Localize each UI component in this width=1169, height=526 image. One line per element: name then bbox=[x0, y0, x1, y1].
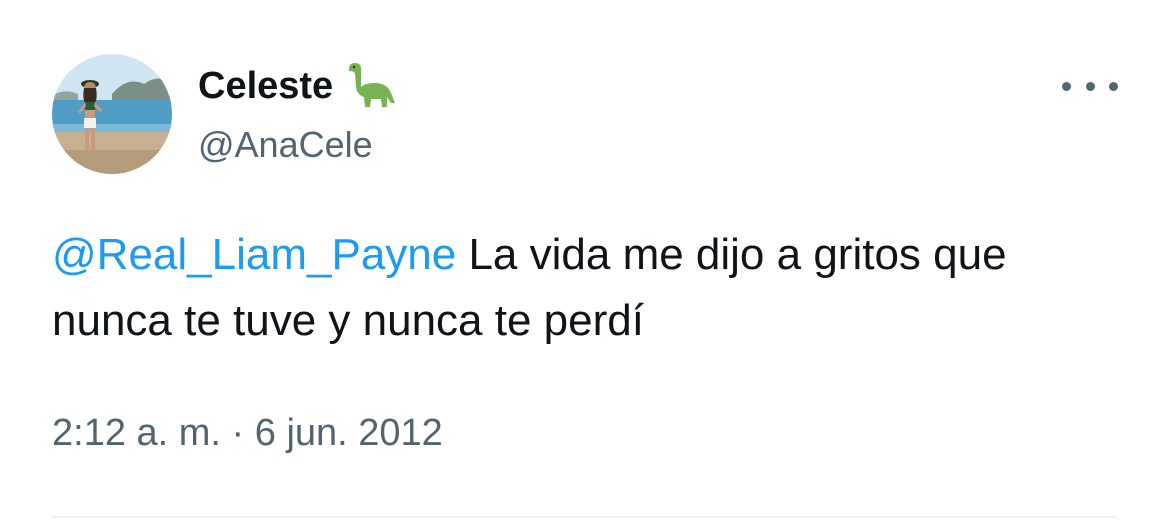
divider bbox=[52, 516, 1117, 518]
display-name[interactable]: Celeste bbox=[198, 65, 333, 108]
tweet-text: @Real_Liam_Payne La vida me dijo a grito… bbox=[52, 222, 1112, 354]
name-row: Celeste bbox=[198, 60, 397, 112]
tweet-card: Celeste @AnaCele @Real_Liam_Payne La vid… bbox=[0, 0, 1169, 526]
sauropod-dinosaur-icon bbox=[345, 63, 397, 109]
tweet-timestamp[interactable]: 2:12 a. m. · 6 jun. 2012 bbox=[52, 412, 443, 455]
author-info: Celeste @AnaCele bbox=[198, 60, 397, 166]
avatar-photo bbox=[52, 54, 172, 174]
more-horizontal-icon-dot bbox=[1085, 81, 1095, 91]
user-handle[interactable]: @AnaCele bbox=[198, 124, 397, 166]
avatar[interactable] bbox=[52, 54, 172, 174]
more-options-button[interactable] bbox=[1062, 70, 1118, 102]
more-horizontal-icon-dot bbox=[1109, 81, 1118, 91]
mention-link[interactable]: @Real_Liam_Payne bbox=[52, 230, 456, 279]
more-horizontal-icon bbox=[1062, 81, 1071, 91]
